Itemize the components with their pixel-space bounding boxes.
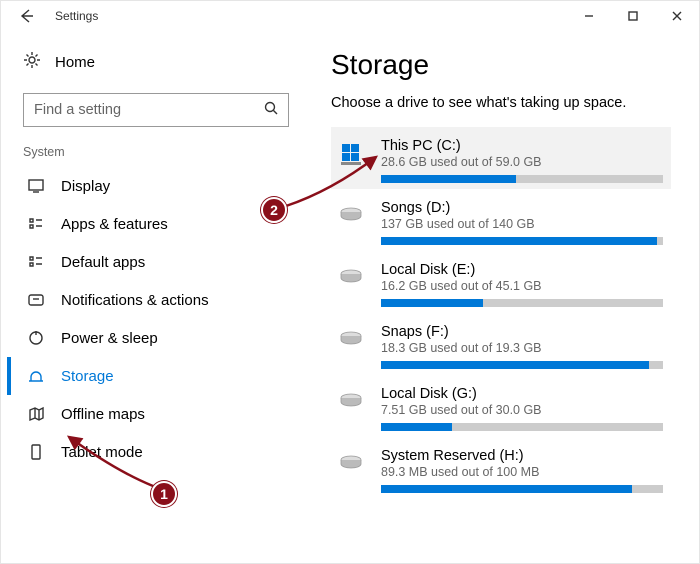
home-label: Home [55,54,95,71]
sidebar-nav-list: Display Apps & features Default apps Notifi… [11,167,301,471]
sidebar-group-label: System [11,145,301,167]
close-icon [672,11,682,21]
drive-usage-bar-fill [381,361,649,369]
drive-usage-bar [381,423,663,431]
drive-usage-bar-fill [381,175,516,183]
drive-icon [339,200,367,228]
drive-name: Local Disk (E:) [381,262,663,278]
drive-usage-text: 28.6 GB used out of 59.0 GB [381,155,663,169]
apps-features-icon [27,215,45,233]
drive-icon [339,324,367,352]
drive-usage-bar [381,237,663,245]
drive-usage-bar [381,175,663,183]
sidebar-item-storage[interactable]: Storage [7,357,301,395]
default-apps-icon [27,253,45,271]
drive-usage-bar-fill [381,299,483,307]
drive-name: This PC (C:) [381,138,663,154]
home-nav[interactable]: Home [11,43,301,85]
drive-row[interactable]: This PC (C:)28.6 GB used out of 59.0 GB [331,127,671,189]
sidebar-item-power-sleep[interactable]: Power & sleep [7,319,301,357]
sidebar-item-display[interactable]: Display [7,167,301,205]
annotation-marker-1: 1 [151,481,177,507]
minimize-icon [584,11,594,21]
sidebar-item-label: Tablet mode [61,444,143,461]
drive-name: Snaps (F:) [381,324,663,340]
sidebar-item-label: Offline maps [61,406,145,423]
search-input[interactable]: Find a setting [23,93,289,127]
drive-row[interactable]: Local Disk (G:)7.51 GB used out of 30.0 … [331,375,671,437]
drive-row[interactable]: System Reserved (H:)89.3 MB used out of … [331,437,671,499]
drive-icon [339,448,367,476]
page-title: Storage [331,49,689,81]
main-panel: Storage Choose a drive to see what's tak… [301,31,699,563]
drive-name: System Reserved (H:) [381,448,663,464]
gear-icon [23,51,41,73]
storage-icon [27,367,45,385]
sidebar-item-label: Storage [61,368,114,385]
drive-usage-bar-fill [381,237,657,245]
notifications-actions-icon [27,291,45,309]
drive-usage-text: 137 GB used out of 140 GB [381,217,663,231]
maximize-icon [628,11,638,21]
power-sleep-icon [27,329,45,347]
search-placeholder: Find a setting [34,102,264,118]
drive-name: Local Disk (G:) [381,386,663,402]
drive-name: Songs (D:) [381,200,663,216]
drive-usage-bar [381,299,663,307]
drive-usage-bar-fill [381,423,452,431]
drive-usage-bar-fill [381,485,632,493]
close-button[interactable] [655,11,699,21]
os-drive-icon [339,138,367,170]
sidebar-item-apps-features[interactable]: Apps & features [7,205,301,243]
drive-usage-bar [381,361,663,369]
drive-usage-text: 89.3 MB used out of 100 MB [381,465,663,479]
drive-row[interactable]: Snaps (F:)18.3 GB used out of 19.3 GB [331,313,671,375]
display-icon [27,177,45,195]
drive-icon [339,262,367,290]
drive-usage-text: 18.3 GB used out of 19.3 GB [381,341,663,355]
tablet-mode-icon [27,443,45,461]
sidebar-item-label: Apps & features [61,216,168,233]
search-icon [264,101,278,119]
drive-usage-text: 7.51 GB used out of 30.0 GB [381,403,663,417]
minimize-button[interactable] [567,11,611,21]
maximize-button[interactable] [611,11,655,21]
sidebar-item-tablet-mode[interactable]: Tablet mode [7,433,301,471]
sidebar: Home Find a setting System Display Apps &… [1,31,301,563]
offline-maps-icon [27,405,45,423]
titlebar: Settings [1,1,699,31]
sidebar-item-label: Display [61,178,110,195]
sidebar-item-label: Default apps [61,254,145,271]
arrow-left-icon [18,8,34,24]
drive-usage-bar [381,485,663,493]
window-title: Settings [51,9,98,23]
sidebar-item-offline-maps[interactable]: Offline maps [7,395,301,433]
back-button[interactable] [1,8,51,24]
drive-row[interactable]: Local Disk (E:)16.2 GB used out of 45.1 … [331,251,671,313]
sidebar-item-label: Notifications & actions [61,292,209,309]
drive-row[interactable]: Songs (D:)137 GB used out of 140 GB [331,189,671,251]
drive-icon [339,386,367,414]
annotation-marker-2: 2 [261,197,287,223]
sidebar-item-notifications-actions[interactable]: Notifications & actions [7,281,301,319]
sidebar-item-label: Power & sleep [61,330,158,347]
drive-usage-text: 16.2 GB used out of 45.1 GB [381,279,663,293]
drive-list: This PC (C:)28.6 GB used out of 59.0 GBS… [331,127,689,499]
page-subtitle: Choose a drive to see what's taking up s… [331,95,689,111]
sidebar-item-default-apps[interactable]: Default apps [7,243,301,281]
